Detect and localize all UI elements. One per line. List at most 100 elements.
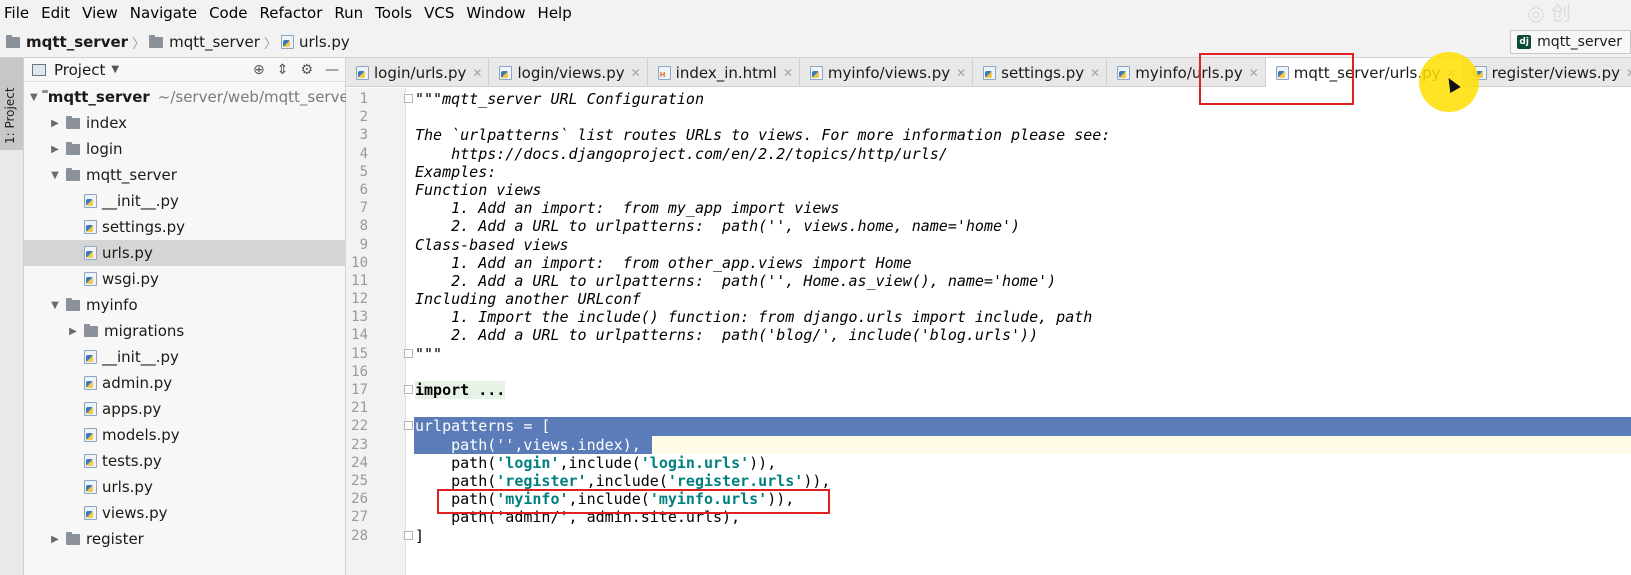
code-text: path('admin/', admin.site.urls), — [415, 508, 741, 527]
menu-item-tools[interactable]: Tools — [369, 0, 418, 27]
menu-item-edit[interactable]: Edit — [35, 0, 76, 27]
code-line[interactable]: 9 Class-based views — [346, 236, 1631, 254]
tree-file[interactable]: __init__.py — [24, 344, 346, 370]
code-line[interactable]: 7 1. Add an import: from my_app import v… — [346, 199, 1631, 217]
tree-file[interactable]: urls.py — [24, 474, 346, 500]
fold-toggle-icon[interactable] — [404, 348, 413, 358]
tree-file[interactable]: models.py — [24, 422, 346, 448]
code-editor[interactable]: 1 """mqtt_server URL Configuration 2 3 The `… — [346, 88, 1631, 575]
code-line[interactable]: 28] — [346, 527, 1631, 545]
locate-icon[interactable]: ⊕ — [253, 62, 265, 78]
tree-file[interactable]: __init__.py — [24, 188, 346, 214]
chevron-down-icon[interactable]: ▼ — [48, 300, 62, 311]
menu-item-window[interactable]: Window — [460, 0, 531, 27]
code-line[interactable]: 15 """ — [346, 345, 1631, 363]
line-number: 4 — [359, 145, 368, 162]
editor-tab[interactable]: register/views.py ✕ — [1464, 58, 1631, 87]
close-icon[interactable]: ✕ — [1249, 66, 1259, 80]
chevron-down-icon[interactable]: ▼ — [48, 170, 62, 181]
code-text: Function views — [415, 180, 542, 199]
project-tool-tab[interactable]: 1: Project — [0, 58, 23, 150]
tree-folder[interactable]: ▼ myinfo — [24, 292, 346, 318]
tree-file[interactable]: settings.py — [24, 214, 346, 240]
code-line[interactable]: 13 1. Import the include() function: fro… — [346, 308, 1631, 326]
code-line[interactable]: 5 Examples: — [346, 163, 1631, 181]
tree-folder[interactable]: ▶ login — [24, 136, 346, 162]
breadcrumb-project[interactable]: mqtt_server — [26, 33, 128, 51]
breadcrumb-package[interactable]: mqtt_server — [169, 33, 260, 51]
code-line[interactable]: 24 path('login',include('login.urls')), — [346, 454, 1631, 472]
code-line[interactable]: 21 — [346, 399, 1631, 417]
code-line[interactable]: 10 1. Add an import: from other_app.view… — [346, 254, 1631, 272]
tree-folder[interactable]: ▶ index — [24, 110, 346, 136]
code-area[interactable]: 1 """mqtt_server URL Configuration 2 3 The `… — [346, 90, 1631, 545]
tree-file[interactable]: wsgi.py — [24, 266, 346, 292]
chevron-down-icon[interactable]: ▼ — [111, 64, 119, 75]
collapse-all-icon[interactable]: ⇕ — [277, 62, 289, 78]
code-line[interactable]: 4 https://docs.djangoproject.com/en/2.2/… — [346, 145, 1631, 163]
breadcrumb-file[interactable]: urls.py — [299, 33, 350, 51]
menu-item-code[interactable]: Code — [203, 0, 253, 27]
menu-item-help[interactable]: Help — [532, 0, 578, 27]
code-line[interactable]: 8 2. Add a URL to urlpatterns: path('', … — [346, 217, 1631, 235]
close-icon[interactable]: ✕ — [1090, 66, 1100, 80]
code-line[interactable]: 6 Function views — [346, 181, 1631, 199]
tree-root[interactable]: ▼ mqtt_server ~/server/web/mqtt_server — [24, 84, 355, 110]
code-line[interactable]: 12 Including another URLconf — [346, 290, 1631, 308]
close-icon[interactable]: ✕ — [1626, 66, 1631, 80]
menu-item-refactor[interactable]: Refactor — [253, 0, 328, 27]
code-line[interactable]: 3 The `urlpatterns` list routes URLs to v… — [346, 126, 1631, 144]
python-file-icon — [84, 376, 97, 390]
close-icon[interactable]: ✕ — [631, 66, 641, 80]
editor-tab[interactable]: index_in.html ✕ — [648, 58, 800, 87]
line-number: 26 — [351, 491, 368, 508]
tree-file[interactable]: apps.py — [24, 396, 346, 422]
chevron-right-icon[interactable]: ▶ — [66, 326, 80, 337]
chevron-right-icon[interactable]: ▶ — [48, 144, 62, 155]
code-line[interactable]: 11 2. Add a URL to urlpatterns: path('',… — [346, 272, 1631, 290]
code-line[interactable]: 23 path('',views.index), — [346, 435, 1631, 454]
code-line[interactable]: 16 — [346, 363, 1631, 381]
editor-tab[interactable]: myinfo/urls.py ✕ — [1107, 58, 1266, 87]
tree-file[interactable]: urls.py — [24, 240, 346, 266]
fold-toggle-icon[interactable] — [404, 385, 413, 394]
tree-folder[interactable]: ▶ register — [24, 526, 346, 552]
menu-item-run[interactable]: Run — [328, 0, 369, 27]
code-line[interactable]: 25 path('register',include('register.url… — [346, 472, 1631, 490]
fold-toggle-icon[interactable] — [404, 530, 413, 540]
line-number: 28 — [351, 527, 368, 544]
string-literal: 'register' — [496, 471, 587, 490]
editor-tab[interactable]: myinfo/views.py ✕ — [800, 58, 974, 87]
menu-item-vcs[interactable]: VCS — [418, 0, 460, 27]
chevron-down-icon[interactable]: ▼ — [30, 92, 38, 103]
tree-file[interactable]: tests.py — [24, 448, 346, 474]
close-icon[interactable]: ✕ — [956, 66, 966, 80]
code-line[interactable]: 17 import ... — [346, 381, 1631, 400]
chevron-right-icon[interactable]: ▶ — [48, 534, 62, 545]
fold-toggle-icon[interactable] — [404, 94, 413, 103]
gear-icon[interactable]: ⚙ — [300, 62, 313, 78]
chevron-right-icon[interactable]: ▶ — [48, 118, 62, 129]
code-line[interactable]: 27 path('admin/', admin.site.urls), — [346, 508, 1631, 526]
minimize-icon[interactable]: — — [325, 62, 339, 78]
tree-folder[interactable]: ▶ migrations — [24, 318, 346, 344]
code-line[interactable]: 2 — [346, 108, 1631, 126]
code-line[interactable]: 22 urlpatterns = [ — [346, 417, 1631, 436]
editor-tab[interactable]: login/urls.py ✕ — [346, 58, 490, 87]
close-icon[interactable]: ✕ — [472, 66, 482, 80]
editor-tab[interactable]: settings.py ✕ — [973, 58, 1108, 87]
code-line[interactable]: 14 2. Add a URL to urlpatterns: path('bl… — [346, 326, 1631, 344]
menu-item-view[interactable]: View — [76, 0, 124, 27]
menu-item-file[interactable]: File — [0, 0, 35, 27]
close-icon[interactable]: ✕ — [783, 66, 793, 80]
tree-file[interactable]: views.py — [24, 500, 346, 526]
menu-item-navigate[interactable]: Navigate — [124, 0, 203, 27]
tree-file[interactable]: admin.py — [24, 370, 346, 396]
tree-folder[interactable]: ▼ mqtt_server — [24, 162, 346, 188]
editor-tab[interactable]: login/views.py ✕ — [489, 58, 648, 87]
fold-toggle-icon[interactable] — [404, 421, 413, 431]
run-configuration-selector[interactable]: dj mqtt_server — [1510, 30, 1631, 54]
code-text: path('',views.index), — [415, 435, 641, 454]
project-panel-title[interactable]: Project — [54, 61, 105, 79]
code-line[interactable]: 26 path('myinfo',include('myinfo.urls'))… — [346, 490, 1631, 508]
